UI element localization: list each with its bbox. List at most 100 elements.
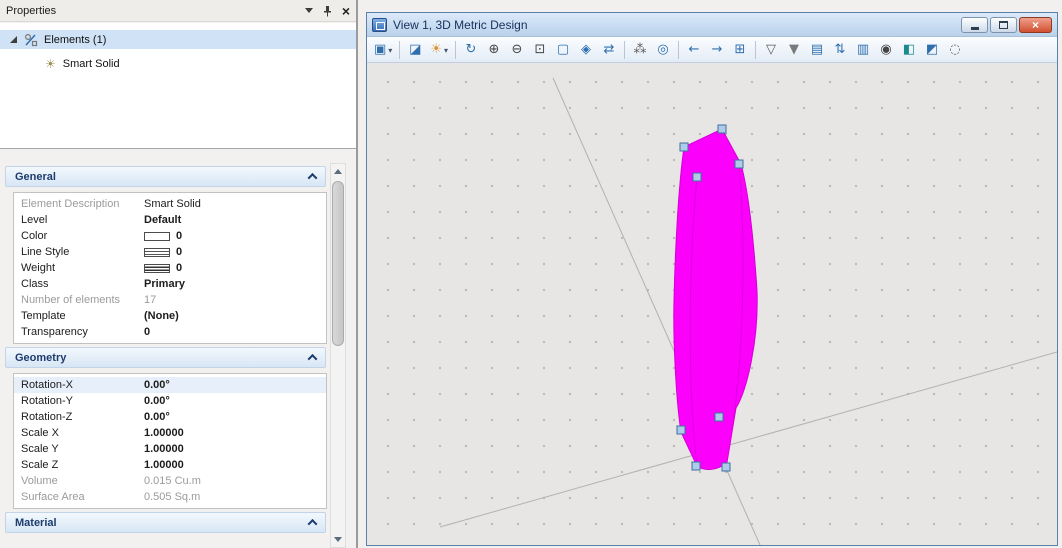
clip-volume-button[interactable]: ▽	[760, 39, 782, 61]
view-display-mode-button[interactable]: ▣	[371, 39, 395, 61]
selection-handle[interactable]	[721, 462, 731, 472]
pan-view-icon: ⇄	[603, 42, 615, 57]
tree-item-elements[interactable]: Elements (1)	[0, 30, 356, 49]
tree-item-smart-solid[interactable]: ☀ Smart Solid	[0, 54, 356, 73]
collapse-chevron-icon[interactable]	[307, 518, 318, 529]
pan-view-button[interactable]: ⇄	[598, 39, 620, 61]
update-view-icon: ↻	[465, 42, 477, 57]
property-row: Color 0	[21, 230, 183, 242]
adjust-view-brightness-button[interactable]: ☀	[427, 39, 451, 61]
selection-handle[interactable]	[717, 124, 727, 134]
zoom-in-button[interactable]: ⊕	[483, 39, 505, 61]
property-row: Line Style 0	[21, 246, 183, 258]
zoom-out-button[interactable]: ⊖	[506, 39, 528, 61]
general-property-grid: Element Description Smart Solid Level De…	[13, 192, 327, 344]
properties-titlebar: Properties	[0, 0, 356, 22]
navigate-rotation-button[interactable]: ◌	[944, 39, 966, 61]
dropdown-arrow-icon[interactable]	[442, 42, 448, 57]
minimize-button[interactable]	[961, 16, 988, 33]
section-title-general: General	[15, 170, 56, 183]
scrollbar-down-icon[interactable]	[331, 532, 345, 547]
render-button[interactable]: ◧	[898, 39, 920, 61]
view-next-button[interactable]: →	[706, 39, 728, 61]
collapse-chevron-icon[interactable]	[307, 172, 318, 183]
saved-views-button[interactable]: ▥	[852, 39, 874, 61]
update-view-button[interactable]: ↻	[460, 39, 482, 61]
walk-icon: ⁂	[633, 42, 647, 57]
property-row: Scale X 1.00000	[21, 427, 184, 439]
copy-view-button[interactable]: ⊞	[729, 39, 751, 61]
panel-menu-icon[interactable]	[304, 8, 313, 13]
smart-solid-icon: ☀	[45, 56, 56, 71]
value-swatch	[144, 263, 170, 273]
walk-button[interactable]: ⁂	[629, 39, 651, 61]
scrollbar-thumb[interactable]	[332, 181, 344, 346]
clip-mask-icon: ▼	[788, 42, 799, 57]
properties-title: Properties	[6, 4, 57, 17]
property-row: Level Default	[21, 214, 182, 226]
section-title-material: Material	[15, 516, 57, 529]
axis-line	[439, 351, 1057, 528]
maximize-icon	[999, 20, 1008, 29]
section-header-general[interactable]: General	[5, 166, 326, 187]
value-swatch	[144, 231, 170, 241]
property-row: Template (None)	[21, 310, 179, 322]
selection-handle[interactable]	[691, 461, 701, 471]
sort-levels-button[interactable]: ⇅	[829, 39, 851, 61]
fit-view-button[interactable]: ▢	[552, 39, 574, 61]
clip-mask-button[interactable]: ▼	[783, 39, 805, 61]
section-header-geometry[interactable]: Geometry	[5, 347, 326, 368]
zoom-in-icon: ⊕	[488, 42, 500, 57]
section-header-material[interactable]: Material	[5, 512, 326, 533]
view-attributes-icon: ◪	[409, 42, 422, 57]
collapse-chevron-icon[interactable]	[307, 353, 318, 364]
maximize-button[interactable]	[990, 16, 1017, 33]
property-row: Surface Area 0.505 Sq.m	[21, 491, 201, 503]
window-area-icon: ⊡	[534, 42, 546, 57]
copy-view-icon: ⊞	[734, 42, 746, 57]
tree-expander-icon[interactable]	[10, 36, 17, 43]
view-cube-icon: ◩	[925, 42, 939, 57]
view-display-mode-icon: ▣	[374, 42, 387, 57]
clip-volume-icon: ▽	[765, 42, 776, 57]
toolbar-separator	[623, 40, 625, 59]
view-previous-button[interactable]: ←	[683, 39, 705, 61]
view-window-icon	[372, 17, 387, 32]
selection-handle[interactable]	[692, 172, 702, 182]
toolbar-separator	[677, 40, 679, 59]
selection-handle[interactable]	[714, 412, 724, 422]
view-titlebar[interactable]: View 1, 3D Metric Design	[367, 13, 1057, 37]
property-row: Class Primary	[21, 278, 185, 290]
panel-close-icon[interactable]	[342, 4, 350, 18]
sort-levels-icon: ⇅	[834, 42, 846, 57]
properties-scrollbar[interactable]	[330, 163, 346, 548]
pin-icon[interactable]	[322, 5, 333, 17]
tree-item-smart-solid-label: Smart Solid	[62, 57, 120, 70]
define-camera-button[interactable]: ◉	[875, 39, 897, 61]
zoom-out-icon: ⊖	[511, 42, 523, 57]
property-row: Rotation-Z 0.00°	[21, 411, 170, 423]
fit-view-icon: ▢	[556, 42, 570, 57]
view-toolbar: ▣ ◪ ☀ ↻ ⊕ ⊖	[367, 37, 1057, 63]
dropdown-arrow-icon[interactable]	[386, 42, 392, 57]
selection-handle[interactable]	[676, 425, 686, 435]
property-row: Weight 0	[21, 262, 183, 274]
rotate-view-button[interactable]: ◈	[575, 39, 597, 61]
section-title-geometry: Geometry	[15, 351, 67, 364]
property-row: Volume 0.015 Cu.m	[21, 475, 201, 487]
close-button[interactable]	[1019, 16, 1052, 33]
tree-item-elements-label: Elements (1)	[44, 33, 107, 46]
selection-handle[interactable]	[679, 142, 689, 152]
scrollbar-up-icon[interactable]	[331, 164, 345, 179]
level-display-button[interactable]: ▤	[806, 39, 828, 61]
window-area-button[interactable]: ⊡	[529, 39, 551, 61]
toolbar-separator	[754, 40, 756, 59]
close-icon	[1032, 19, 1039, 31]
view-cube-button[interactable]: ◩	[921, 39, 943, 61]
navigate-view-button[interactable]: ◎	[652, 39, 674, 61]
selection-handle[interactable]	[734, 159, 744, 169]
view-attributes-button[interactable]: ◪	[404, 39, 426, 61]
view-title: View 1, 3D Metric Design	[393, 17, 528, 32]
view-window: View 1, 3D Metric Design ▣ ◪ ☀	[366, 12, 1058, 546]
view-canvas[interactable]	[367, 63, 1057, 545]
